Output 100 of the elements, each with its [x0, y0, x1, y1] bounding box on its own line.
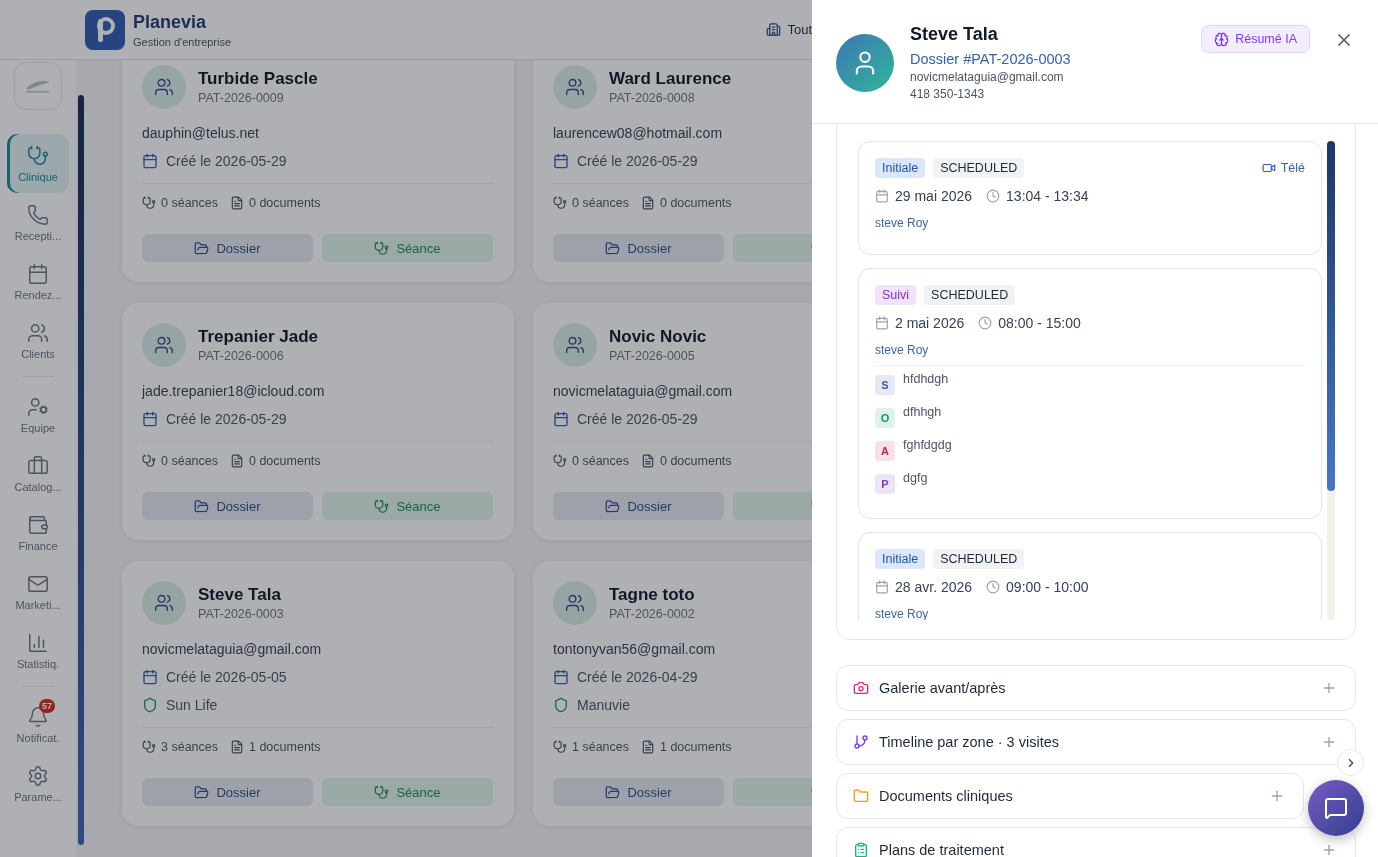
nav-item[interactable]: Equipe [7, 385, 69, 444]
logo-icon [85, 9, 125, 50]
documents-count: 1 documents [660, 740, 732, 754]
calendar-icon [142, 153, 158, 169]
patient-email: dauphin@telus.net [142, 124, 260, 143]
folder-icon [605, 498, 621, 514]
practitioner-link[interactable]: steve Roy [875, 607, 1305, 620]
stethoscope-icon [374, 784, 390, 800]
document-icon [230, 740, 244, 754]
nav-item[interactable]: Finance [7, 503, 69, 562]
stethoscope-icon [553, 454, 567, 468]
sessions-count: 0 séances [572, 454, 629, 468]
app-subtitle: Gestion d'entreprise [133, 35, 232, 48]
calendar-icon [875, 189, 889, 203]
folder-button[interactable]: Dossier [142, 492, 313, 520]
nav-item[interactable]: Recepti... [7, 193, 69, 252]
note-text: fghfdgdg [903, 438, 952, 452]
practitioner-link[interactable]: steve Roy [875, 343, 1305, 357]
modal-backdrop[interactable] [0, 0, 812, 857]
avatar-icon [836, 34, 894, 92]
shield-icon [553, 697, 569, 713]
created-date: Créé le 2026-05-29 [166, 152, 287, 171]
note-letter-tag: S [875, 375, 895, 395]
stethoscope-icon [374, 240, 390, 256]
user-gear-icon [27, 395, 49, 418]
folder-button[interactable]: Dossier [553, 778, 724, 806]
branch-icon [853, 734, 869, 750]
clock-icon [986, 580, 1001, 594]
documents-count: 0 documents [660, 196, 732, 210]
accordion-header[interactable]: Galerie avant/après [836, 665, 1356, 711]
session-time: 13:04 - 13:34 [1006, 188, 1089, 204]
brain-icon [1214, 31, 1230, 47]
plus-icon [1321, 680, 1337, 696]
video-link[interactable]: Télé [1261, 161, 1305, 175]
practitioner-link[interactable]: steve Roy [875, 216, 1305, 230]
patient-email: novicmelataguia@gmail.com [142, 640, 323, 659]
session-button[interactable]: Séance [322, 234, 493, 262]
patient-id: PAT-2026-0009 [198, 91, 285, 105]
session-button[interactable]: Séance [322, 778, 493, 806]
accordion-header[interactable]: Timeline par zone · 3 visites [836, 719, 1356, 765]
folder-button[interactable]: Dossier [553, 234, 724, 262]
session-card[interactable]: Initiale SCHEDULED Télé 29 mai 2026 13:04 - 13:34 steve Roy [858, 141, 1322, 255]
stethoscope-icon [27, 144, 49, 167]
note-text: dgfg [903, 471, 928, 485]
patient-id: PAT-2026-0002 [609, 607, 695, 621]
session-date: 2 mai 2026 [895, 315, 965, 331]
status-tag: SCHEDULED [933, 549, 1025, 569]
stethoscope-icon [142, 740, 156, 754]
nav-item[interactable]: Clients [7, 311, 69, 370]
status-tag: SCHEDULED [933, 158, 1025, 178]
nav-item[interactable]: Marketi... [7, 562, 69, 621]
folder-icon [194, 784, 210, 800]
session-card[interactable]: Suivi SCHEDULED 2 mai 2026 08:00 - 15:00 steve Roy S hfdhdgh O dfhhgh A fghfdgdg P dgfg [858, 268, 1322, 519]
session-date: 29 mai 2026 [895, 188, 973, 204]
scrollbar-thumb[interactable] [78, 95, 84, 845]
scrollbar-thumb[interactable] [1327, 141, 1335, 491]
accordion-header[interactable]: Plans de traitement [836, 827, 1356, 857]
app-name: Planevia [133, 11, 208, 33]
patient-phone: 418 350-1343 [910, 88, 986, 101]
calendar-icon [553, 669, 569, 685]
document-icon [641, 196, 655, 210]
created-date: Créé le 2026-05-05 [166, 668, 287, 687]
ai-summary-button[interactable]: Résumé IA [1201, 25, 1310, 53]
folder-button[interactable]: Dossier [142, 778, 313, 806]
folder-button[interactable]: Dossier [553, 492, 724, 520]
nav-item[interactable]: Clinique [7, 134, 69, 193]
avatar-icon [553, 581, 597, 625]
building-icon [766, 22, 782, 37]
session-type-tag: Suivi [875, 285, 917, 305]
calendar-icon [553, 411, 569, 427]
patient-id: PAT-2026-0003 [198, 607, 284, 621]
session-time: 08:00 - 15:00 [998, 315, 1081, 331]
nav-item[interactable]: Parame... [7, 754, 69, 813]
insurer-name: Sun Life [166, 696, 218, 715]
file-link[interactable]: Dossier #PAT-2026-0003 [910, 51, 1186, 67]
avatar-icon [553, 65, 597, 109]
filter-label[interactable]: Tout [787, 22, 812, 37]
created-date: Créé le 2026-05-29 [577, 410, 698, 429]
session-card[interactable]: Initiale SCHEDULED 28 avr. 2026 09:00 - 10:00 steve Roy [858, 532, 1322, 620]
nav-item[interactable]: Statistiq. [7, 621, 69, 680]
folder-button[interactable]: Dossier [142, 234, 313, 262]
documents-count: 1 documents [249, 740, 321, 754]
nav-item[interactable]: Catalog... [7, 444, 69, 503]
accordion-header[interactable]: Documents cliniques [836, 773, 1304, 819]
avatar-icon [142, 65, 186, 109]
camera-icon [853, 680, 869, 696]
created-date: Créé le 2026-04-29 [577, 668, 698, 687]
nav-item[interactable]: Rendez... [7, 252, 69, 311]
calendar-icon [27, 262, 49, 285]
folder-icon [853, 788, 869, 804]
settings-icon [27, 764, 49, 787]
clinic-logo [14, 62, 62, 110]
patient-id: PAT-2026-0005 [609, 349, 696, 363]
patient-email: novicmelataguia@gmail.com [910, 71, 1065, 84]
session-time: 09:00 - 10:00 [1006, 579, 1089, 595]
stethoscope-icon [553, 196, 567, 210]
nav-item[interactable]: Notificat. 57 [7, 695, 69, 754]
folder-icon [605, 784, 621, 800]
users-icon [27, 321, 49, 344]
session-button[interactable]: Séance [322, 492, 493, 520]
